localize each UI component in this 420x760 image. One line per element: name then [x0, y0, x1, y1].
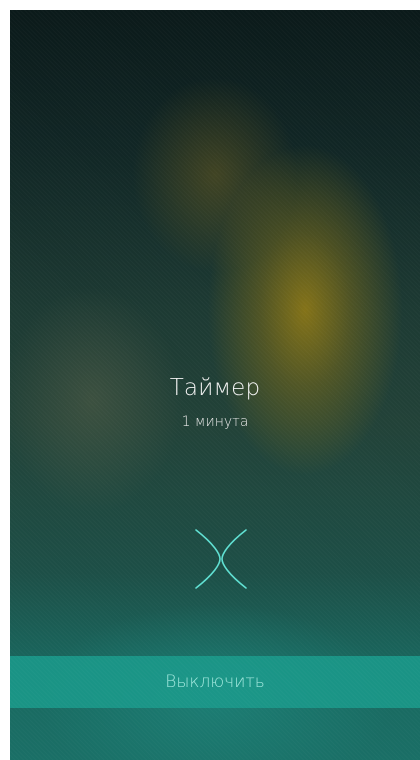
timer-alarm-screen: Таймер 1 минута Выключить	[10, 10, 420, 760]
stop-button[interactable]: Выключить	[10, 656, 420, 708]
timer-title: Таймер	[169, 375, 261, 401]
stop-button-label: Выключить	[165, 672, 265, 692]
x-swipe-icon[interactable]	[192, 528, 250, 590]
timer-duration: 1 минута	[181, 414, 249, 430]
